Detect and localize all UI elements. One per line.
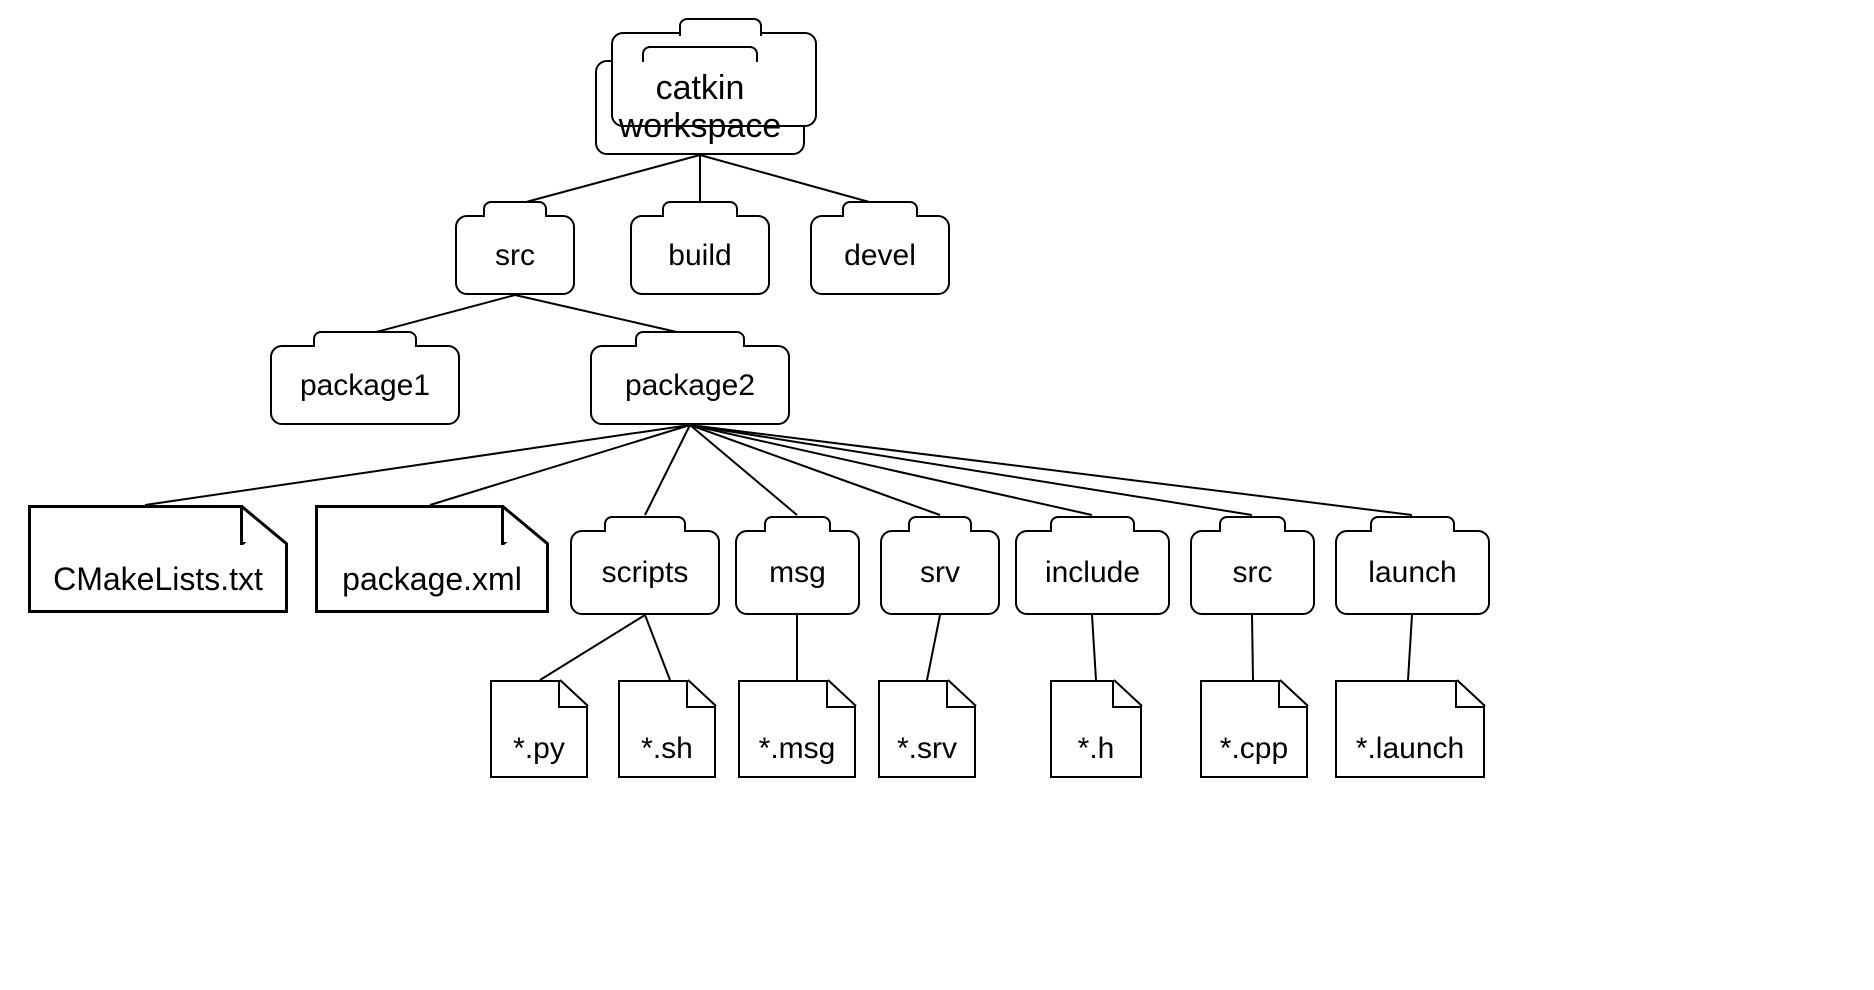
folder-tab-icon [1370, 516, 1455, 532]
folder-tab-icon [483, 201, 548, 217]
folder-label: msg [769, 556, 826, 589]
file-corner-icon [1457, 680, 1485, 706]
folder-tab-icon [604, 516, 686, 532]
file-corner-icon [948, 680, 976, 706]
folder-package1: package1 [270, 345, 460, 425]
folder-src-top: src [455, 215, 575, 295]
file-corner-icon [1280, 680, 1308, 706]
file-py: *.py [490, 680, 588, 778]
folder-label: src [495, 239, 535, 272]
folder-label: build [668, 239, 731, 272]
file-label: *.py [513, 732, 565, 766]
folder-msg: msg [735, 530, 860, 615]
folder-label: srv [920, 556, 960, 589]
file-sh: *.sh [618, 680, 716, 778]
file-label: *.h [1078, 732, 1115, 766]
folder-label: launch [1368, 556, 1456, 589]
folder-tab-icon [313, 331, 417, 347]
folder-build: build [630, 215, 770, 295]
folder-tab-icon [764, 516, 832, 532]
folder-scripts: scripts [570, 530, 720, 615]
folder-catkin-workspace: catkin workspace [595, 60, 805, 155]
folder-srv: srv [880, 530, 1000, 615]
file-cmakelists: CMakeLists.txt [28, 505, 288, 613]
folder-tab-icon [1219, 516, 1287, 532]
file-label: *.launch [1356, 732, 1464, 766]
folder-package2: package2 [590, 345, 790, 425]
folder-tab-icon [642, 46, 757, 62]
folder-tab-icon [635, 331, 745, 347]
file-corner-icon [688, 680, 716, 706]
connector-lines [0, 0, 1874, 990]
folder-launch: launch [1335, 530, 1490, 615]
file-cpp: *.cpp [1200, 680, 1308, 778]
folder-label: include [1045, 556, 1140, 589]
folder-include: include [1015, 530, 1170, 615]
file-label: *.msg [759, 732, 836, 766]
folder-devel: devel [810, 215, 950, 295]
file-label: *.srv [897, 732, 957, 766]
file-srv: *.srv [878, 680, 976, 778]
file-label: *.cpp [1220, 732, 1288, 766]
folder-tab-icon [662, 201, 738, 217]
file-package-xml: package.xml [315, 505, 549, 613]
folder-label: devel [844, 239, 916, 272]
file-h: *.h [1050, 680, 1142, 778]
folder-label: src [1233, 556, 1273, 589]
file-corner-icon [1114, 680, 1142, 706]
folder-label: catkin workspace [619, 70, 782, 145]
file-corner-icon [828, 680, 856, 706]
folder-tab-icon [842, 201, 918, 217]
folder-src-pkg: src [1190, 530, 1315, 615]
file-msg: *.msg [738, 680, 856, 778]
file-label: CMakeLists.txt [53, 561, 263, 598]
file-label: *.sh [641, 732, 693, 766]
file-corner-icon [560, 680, 588, 706]
folder-label: package1 [300, 369, 430, 402]
folder-tab-icon [908, 516, 973, 532]
file-launch: *.launch [1335, 680, 1485, 778]
folder-tab-icon [1050, 516, 1135, 532]
folder-label: package2 [625, 369, 755, 402]
file-label: package.xml [342, 561, 522, 598]
folder-label: scripts [602, 556, 689, 589]
